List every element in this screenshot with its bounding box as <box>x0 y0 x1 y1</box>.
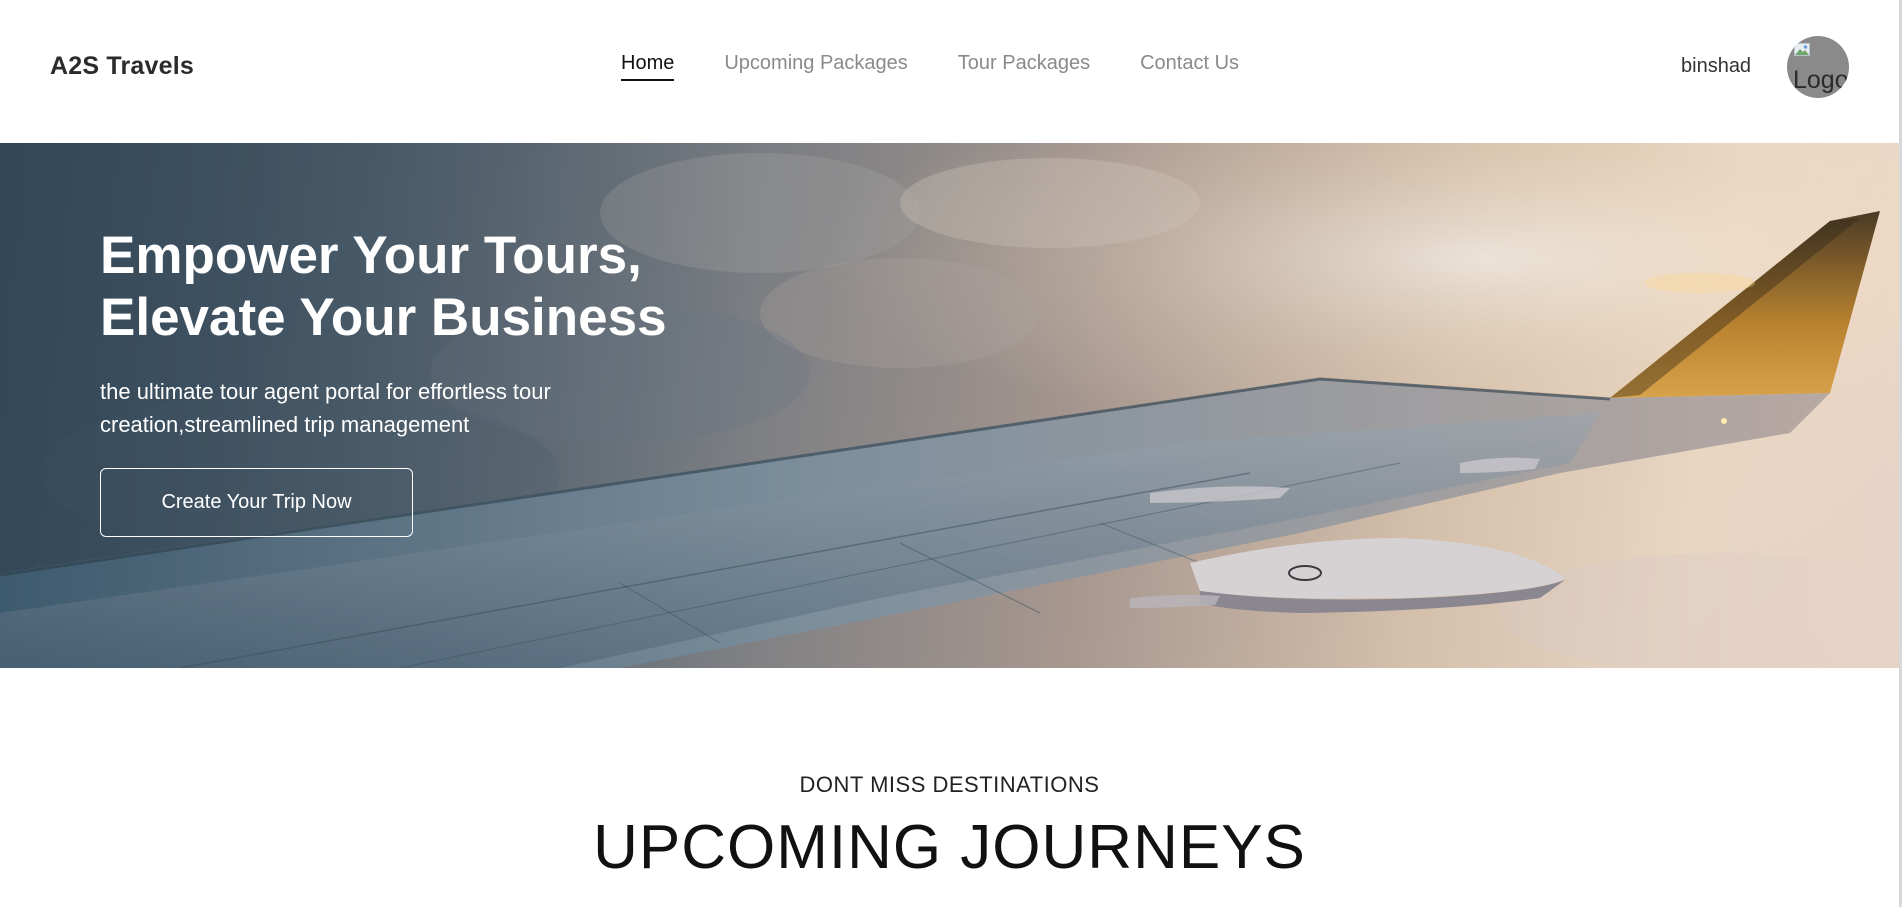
hero-title-line-1: Empower Your Tours, <box>100 226 642 285</box>
create-trip-button[interactable]: Create Your Trip Now <box>100 468 413 537</box>
nav-upcoming-packages[interactable]: Upcoming Packages <box>724 52 907 81</box>
nav-tour-packages[interactable]: Tour Packages <box>958 52 1090 81</box>
brand-logo-text[interactable]: A2S Travels <box>50 52 194 81</box>
main-nav: Home Upcoming Packages Tour Packages Con… <box>621 52 1239 81</box>
hero-subtitle: the ultimate tour agent portal for effor… <box>100 379 551 437</box>
user-avatar[interactable]: Logo <box>1787 36 1849 98</box>
section-title: UPCOMING JOURNEYS <box>593 813 1306 882</box>
nav-home[interactable]: Home <box>621 52 675 81</box>
top-navbar: A2S Travels Home Upcoming Packages Tour … <box>0 0 1902 143</box>
broken-image-icon <box>1794 43 1810 56</box>
avatar-alt-text: Logo <box>1793 66 1849 94</box>
section-kicker: DONT MISS DESTINATIONS <box>799 772 1100 797</box>
hero-title-line-2: Elevate Your Business <box>100 288 667 347</box>
nav-contact-us[interactable]: Contact Us <box>1140 52 1239 81</box>
hero-banner: Empower Your Tours, Elevate Your Busines… <box>0 143 1899 668</box>
hero-title: Empower Your Tours, Elevate Your Busines… <box>100 225 667 349</box>
username-label: binshad <box>1681 55 1752 77</box>
